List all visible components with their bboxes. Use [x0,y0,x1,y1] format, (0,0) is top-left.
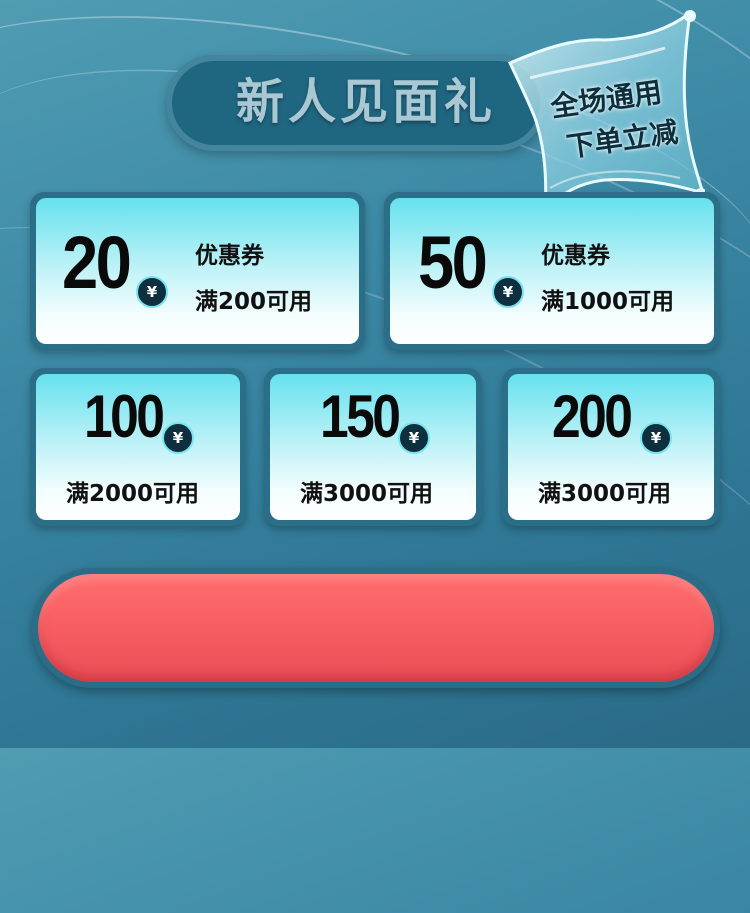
coupon-amount: 50 [418,221,488,304]
coupon-condition: 满2000可用 [66,481,200,507]
coupon-card[interactable]: 20 ¥ 优惠券 满200可用 [30,192,365,350]
coupon-condition: 满3000可用 [538,481,672,507]
coupon-condition: 满1000可用 [541,289,675,315]
coupon-amount: 100 [84,383,165,450]
page-title: 新人见面礼 [236,74,497,130]
coupon-condition: 满3000可用 [300,481,434,507]
coupon-amount: 200 [552,383,633,450]
claim-button[interactable] [32,568,720,688]
coupon-card[interactable]: 200 ¥ 满3000可用 [502,368,720,526]
yen-icon: ¥ [492,276,524,308]
claim-button-face[interactable] [38,574,714,682]
yen-icon: ¥ [136,276,168,308]
yen-icon: ¥ [398,422,430,454]
coupon-type: 优惠券 [541,243,610,269]
coupon-amount: 150 [320,383,401,450]
coupon-card[interactable]: 150 ¥ 满3000可用 [264,368,482,526]
coupon-card[interactable]: 50 ¥ 优惠券 满1000可用 [384,192,720,350]
coupon-card[interactable]: 100 ¥ 满2000可用 [30,368,246,526]
coupon-amount: 20 [62,221,132,304]
coupon-type: 优惠券 [195,243,264,269]
yen-icon: ¥ [162,422,194,454]
coupon-condition: 满200可用 [195,289,313,315]
yen-icon: ¥ [640,422,672,454]
